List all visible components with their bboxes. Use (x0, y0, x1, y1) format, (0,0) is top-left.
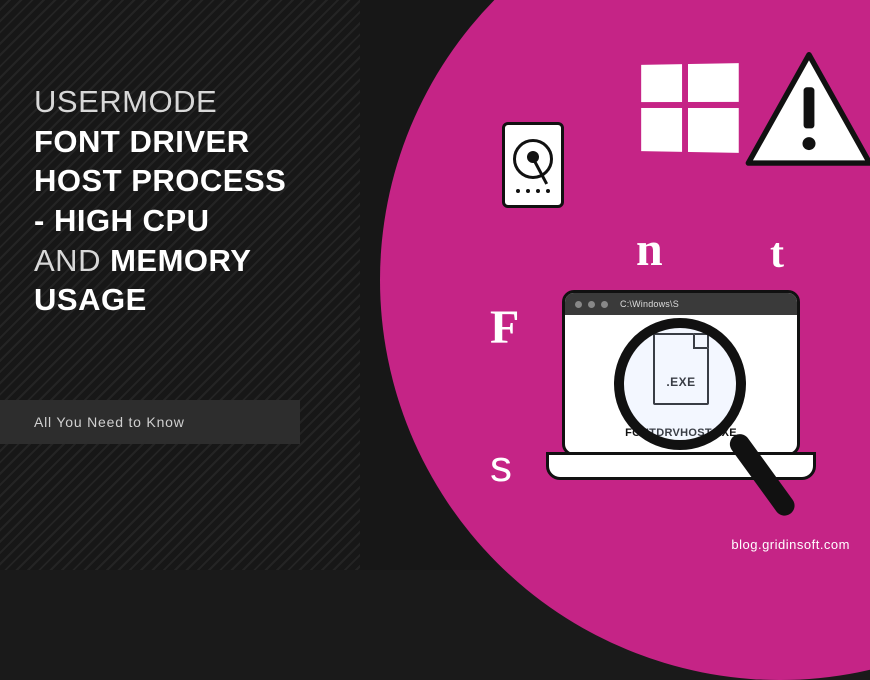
subtitle-text: All You Need to Know (34, 414, 185, 430)
headline-line-4: - HIGH CPU (34, 201, 364, 241)
window-control-dot (601, 301, 608, 308)
hard-drive-arm (533, 160, 548, 184)
window-control-dot (588, 301, 595, 308)
headline-line-2: FONT DRIVER (34, 122, 364, 162)
magnifying-glass-icon (588, 318, 778, 548)
hard-drive-icon (502, 122, 564, 208)
window-titlebar: C:\Windows\S (565, 293, 797, 315)
source-url: blog.gridinsoft.com (731, 537, 850, 552)
window-path-text: C:\Windows\S (620, 299, 679, 309)
headline-line-3: HOST PROCESS (34, 161, 364, 201)
subtitle-bar: All You Need to Know (0, 400, 300, 444)
warning-triangle-icon (744, 50, 870, 175)
hard-drive-indicators (505, 189, 561, 199)
floating-letter-t: t (770, 230, 784, 278)
banner-container: USERMODE FONT DRIVER HOST PROCESS - HIGH… (0, 0, 870, 570)
headline-line-1: USERMODE (34, 82, 364, 122)
magnifier-lens (614, 318, 746, 450)
headline-line-5: AND MEMORY (34, 241, 364, 281)
floating-letter-s: s (490, 442, 512, 492)
window-control-dot (575, 301, 582, 308)
headline-line-6: USAGE (34, 280, 364, 320)
windows-logo-icon (641, 63, 737, 151)
headline: USERMODE FONT DRIVER HOST PROCESS - HIGH… (34, 82, 364, 320)
floating-letter-n: n (636, 222, 663, 277)
floating-letter-f: F (490, 300, 519, 355)
